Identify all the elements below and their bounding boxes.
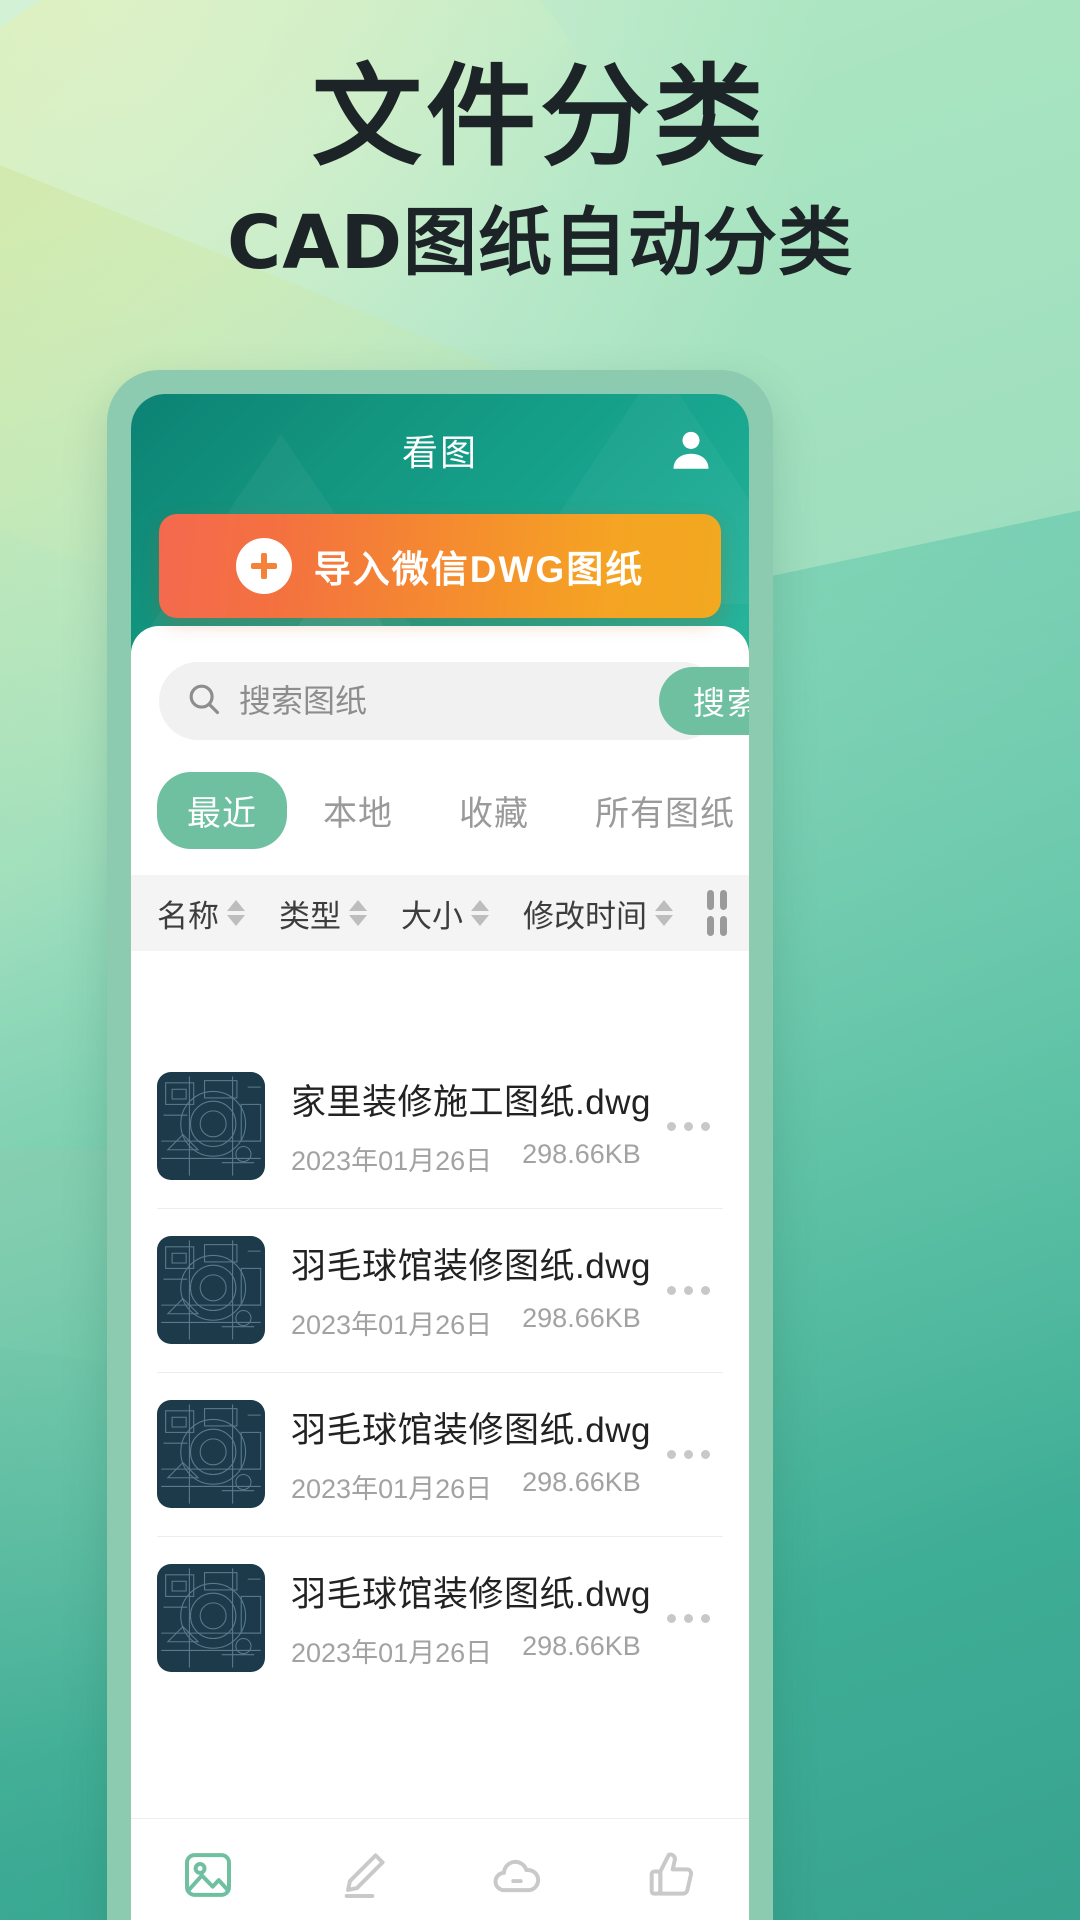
phone-screen: 看图 导入微信DWG图纸 搜索图纸 搜索 最近 本地 收藏 所有图纸 名称 类型… (131, 394, 749, 1920)
row-more-options-button[interactable] (653, 1121, 723, 1131)
table-row[interactable]: 羽毛球馆装修图纸.dwg 2023年01月26日 298.66KB (131, 1208, 749, 1372)
drawing-thumbnail (157, 1236, 265, 1344)
sort-by-type[interactable]: 类型 (279, 891, 367, 936)
file-name: 羽毛球馆装修图纸.dwg (291, 1411, 651, 1450)
sort-arrows-icon (655, 900, 673, 926)
search-input[interactable] (239, 682, 659, 720)
sort-by-modified-time-label: 修改时间 (523, 898, 647, 934)
file-size: 298.66KB (522, 1467, 641, 1497)
file-size: 298.66KB (522, 1139, 641, 1169)
file-date: 2023年01月26日 (291, 1310, 493, 1340)
user-avatar-button[interactable] (663, 422, 719, 478)
sort-by-type-label: 类型 (279, 898, 341, 934)
sort-header-row: 名称 类型 大小 修改时间 (131, 875, 749, 951)
row-more-options-button[interactable] (653, 1613, 723, 1623)
row-more-options-button[interactable] (653, 1449, 723, 1459)
search-button[interactable]: 搜索 (659, 667, 749, 735)
filter-tabs: 最近 本地 收藏 所有图纸 (157, 772, 734, 849)
sort-by-size-label: 大小 (401, 898, 463, 934)
sort-arrows-icon (227, 900, 245, 926)
sort-arrows-icon (471, 900, 489, 926)
file-name: 羽毛球馆装修图纸.dwg (291, 1575, 651, 1614)
bottom-navigation-bar (131, 1818, 749, 1920)
sort-by-name-label: 名称 (157, 898, 219, 934)
grid-view-icon[interactable] (707, 890, 727, 936)
file-name: 家里装修施工图纸.dwg (291, 1083, 651, 1122)
tab-favorites[interactable]: 收藏 (429, 772, 559, 849)
search-bar[interactable]: 搜索 (159, 662, 749, 740)
app-header-bar: 看图 (131, 394, 749, 506)
search-icon (185, 680, 223, 723)
import-wechat-dwg-button[interactable]: 导入微信DWG图纸 (159, 514, 721, 618)
promo-heading-block: 文件分类 CAD图纸自动分类 (0, 62, 1080, 280)
image-icon (185, 1852, 232, 1897)
sort-by-size[interactable]: 大小 (401, 891, 489, 936)
file-sub-info: 2023年01月26日 298.66KB (291, 1303, 653, 1342)
import-button-label: 导入微信DWG图纸 (313, 549, 645, 590)
drawing-thumbnail (157, 1564, 265, 1672)
tab-recent[interactable]: 最近 (157, 772, 287, 849)
file-date: 2023年01月26日 (291, 1474, 493, 1504)
file-meta: 家里装修施工图纸.dwg 2023年01月26日 298.66KB (291, 1074, 653, 1178)
tab-all-drawings[interactable]: 所有图纸 (565, 772, 749, 849)
file-name: 羽毛球馆装修图纸.dwg (291, 1247, 651, 1286)
nav-item-recommend[interactable] (595, 1847, 750, 1903)
nav-item-edit[interactable] (286, 1847, 441, 1903)
content-sheet: 搜索 最近 本地 收藏 所有图纸 名称 类型 大小 (131, 626, 749, 1920)
tab-local[interactable]: 本地 (293, 772, 423, 849)
file-size: 298.66KB (522, 1303, 641, 1333)
thumbs-up-icon (649, 1852, 693, 1896)
page-title: 看图 (401, 432, 478, 473)
drawing-thumbnail (157, 1072, 265, 1180)
plus-circle-icon (235, 538, 292, 594)
file-sub-info: 2023年01月26日 298.66KB (291, 1467, 653, 1506)
nav-item-cloud[interactable] (440, 1847, 595, 1903)
row-more-options-button[interactable] (653, 1285, 723, 1295)
nav-item-images[interactable] (131, 1847, 286, 1903)
sort-by-modified-time[interactable]: 修改时间 (523, 891, 673, 936)
file-date: 2023年01月26日 (291, 1146, 493, 1176)
cloud-icon (493, 1859, 541, 1892)
app-header: 看图 导入微信DWG图纸 (131, 394, 749, 662)
table-row[interactable]: 羽毛球馆装修图纸.dwg 2023年01月26日 298.66KB (131, 1536, 749, 1700)
pencil-icon (344, 1852, 385, 1898)
phone-mockup-frame: 看图 导入微信DWG图纸 搜索图纸 搜索 最近 本地 收藏 所有图纸 名称 类型… (107, 370, 773, 1920)
table-row[interactable]: 羽毛球馆装修图纸.dwg 2023年01月26日 298.66KB (131, 1372, 749, 1536)
file-meta: 羽毛球馆装修图纸.dwg 2023年01月26日 298.66KB (291, 1566, 653, 1670)
sort-by-name[interactable]: 名称 (157, 891, 245, 936)
sort-arrows-icon (349, 900, 367, 926)
drawing-thumbnail (157, 1400, 265, 1508)
file-date: 2023年01月26日 (291, 1638, 493, 1668)
file-meta: 羽毛球馆装修图纸.dwg 2023年01月26日 298.66KB (291, 1402, 653, 1506)
user-avatar-icon (673, 431, 709, 469)
file-list[interactable]: 家里装修施工图纸.dwg 2023年01月26日 298.66KB 羽毛球馆装修… (131, 1044, 749, 1818)
promo-subtitle: CAD图纸自动分类 (226, 200, 853, 286)
file-size: 298.66KB (522, 1631, 641, 1661)
file-sub-info: 2023年01月26日 298.66KB (291, 1139, 653, 1178)
promo-title: 文件分类 (312, 53, 768, 181)
file-meta: 羽毛球馆装修图纸.dwg 2023年01月26日 298.66KB (291, 1238, 653, 1342)
table-row[interactable]: 家里装修施工图纸.dwg 2023年01月26日 298.66KB (131, 1044, 749, 1208)
file-sub-info: 2023年01月26日 298.66KB (291, 1631, 653, 1670)
